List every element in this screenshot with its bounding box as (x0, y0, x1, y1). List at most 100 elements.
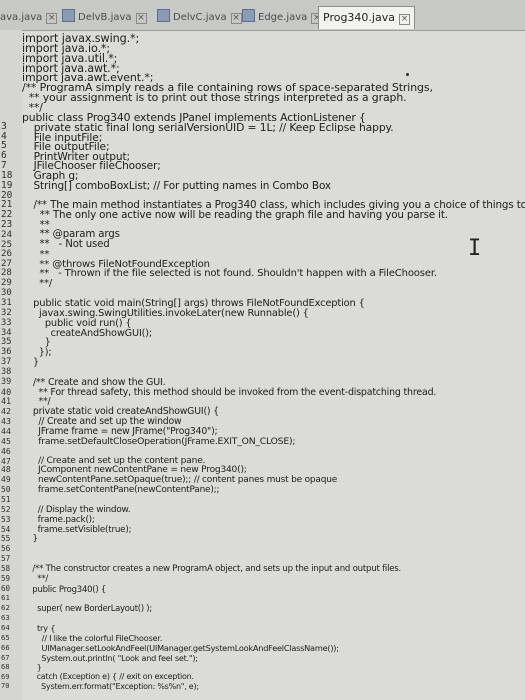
close-icon[interactable]: × (398, 14, 410, 25)
line-number: 28 (1, 268, 12, 279)
java-file-icon (242, 9, 255, 22)
code-text: // Create and set up the content pane. (32, 455, 206, 466)
line-number: 60 (1, 583, 10, 593)
code-line: 66 UIManager.setLookAndFeel(UIManager.ge… (0, 643, 525, 653)
code-text: frame.pack(); (32, 514, 95, 525)
code-line: 37} (0, 357, 525, 368)
code-text: } (32, 534, 38, 545)
code-line: 64 try { (0, 623, 525, 633)
code-line: 58 /** The constructor creates a new Prog… (0, 564, 525, 574)
line-number: 39 (1, 376, 12, 387)
line-number: 34 (1, 327, 12, 338)
line-number: 45 (1, 435, 11, 446)
code-text: try { (32, 623, 56, 633)
code-line: 49 newContentPane.setOpaque(true);; // c… (0, 475, 525, 485)
line-number: 31 (1, 297, 12, 308)
code-line: 34 createAndShowGUI(); (0, 327, 525, 339)
line-number: 26 (1, 248, 12, 259)
code-line: 21/** The main method instantiates a Pro… (0, 199, 525, 211)
code-line: 36 }); (0, 347, 525, 358)
code-line: 48 JComponent newContentPane = new Prog3… (0, 465, 525, 475)
line-number: 64 (1, 623, 10, 632)
line-number: 44 (1, 426, 11, 436)
tab-label: ava.java (0, 12, 43, 23)
code-line: 35 } (0, 337, 525, 348)
code-line: 59 **/ (0, 574, 525, 584)
line-number: 48 (1, 465, 11, 475)
code-line: 43 // Create and set up the window (0, 416, 525, 427)
code-text: System.out.println( "Look and feel set."… (32, 652, 198, 663)
line-number: 38 (1, 366, 12, 377)
code-text: super( new BorderLayout() ); (32, 603, 152, 614)
tab-delvc-java[interactable]: DelvC.java × (157, 9, 242, 27)
line-number: 65 (1, 632, 10, 642)
code-line: 27 ** @throws FileNotFoundException (0, 258, 525, 270)
line-number: 55 (1, 534, 11, 544)
code-line: import java.util.*; (0, 52, 525, 65)
code-line: 18 Graph g; (0, 170, 525, 182)
code-editor[interactable]: import javax.swing.*; import java.io.*; im… (0, 30, 525, 700)
code-text: frame.setVisible(true); (32, 524, 132, 535)
code-text: } (32, 662, 42, 673)
code-line: import java.awt.event.*; (0, 71, 525, 84)
code-text: **/ (32, 573, 49, 584)
line-number: 70 (1, 682, 10, 691)
code-line: 63 (0, 613, 525, 623)
tab-label: DelvC.java (173, 12, 227, 23)
line-number: 50 (1, 485, 11, 495)
line-number: 32 (1, 307, 12, 318)
code-text: catch (Exception e) { // exit on excepti… (32, 672, 194, 682)
code-line: /** ProgramA simply reads a file contain… (0, 81, 525, 94)
java-file-icon (62, 9, 75, 22)
line-number: 47 (1, 455, 11, 466)
close-icon[interactable]: × (230, 13, 242, 24)
line-number: 68 (1, 662, 10, 672)
code-text: /** The constructor creates a new Progra… (32, 563, 402, 574)
code-line: 65 // I like the colorful FileChooser. (0, 633, 525, 643)
line-number: 46 (1, 445, 11, 456)
code-line: 51 (0, 495, 525, 505)
tab-label: Prog340.java (323, 11, 395, 24)
line-number: 37 (1, 357, 12, 368)
text-cursor-icon: I (468, 236, 482, 261)
line-number: 41 (1, 396, 12, 407)
tab-ava-java[interactable]: ava.java × (0, 9, 58, 27)
mouse-pointer-dot (406, 73, 409, 76)
code-line: 42 private static void createAndShowGUI()… (0, 406, 525, 417)
line-number: 29 (1, 278, 12, 289)
line-number: 35 (1, 337, 12, 348)
code-line: 7 JFileChooser fileChooser; (0, 160, 525, 172)
code-line: 5 File outputFile; (0, 140, 525, 153)
line-number: 42 (1, 406, 12, 417)
code-line: 69 catch (Exception e) { // exit on exce… (0, 672, 525, 682)
tab-prog340-java[interactable]: Prog340.java × (318, 6, 415, 29)
code-line: 38 (0, 367, 525, 377)
code-line: 19 String[] comboBoxList; // For putting … (0, 180, 525, 192)
line-number: 53 (1, 514, 11, 524)
code-text: System.err.format("Exception: %s%n", e); (32, 682, 199, 692)
code-line: 70 System.err.format("Exception: %s%n", … (0, 682, 525, 692)
line-number: 63 (1, 613, 10, 623)
close-icon[interactable]: × (46, 13, 58, 24)
code-line: 40 ** For thread safety, this method sho… (0, 386, 525, 398)
close-icon[interactable]: × (135, 13, 147, 24)
tab-delvb-java[interactable]: DelvB.java × (62, 9, 147, 27)
code-line: 4 File inputFile; (0, 131, 525, 144)
line-number: 61 (1, 593, 10, 603)
line-number: 27 (1, 258, 12, 269)
code-text: public Prog340() { (32, 583, 107, 594)
line-number: 51 (1, 494, 11, 504)
code-line: ** your assignment is to print out those… (0, 91, 525, 104)
code-line: 39/** Create and show the GUI. (0, 376, 525, 388)
code-line: 31 public static void main(String[] args)… (0, 297, 525, 309)
java-file-icon (157, 9, 170, 22)
code-line: import java.awt.*; (0, 62, 525, 75)
tab-edge-java[interactable]: Edge.java × (242, 9, 323, 27)
line-number: 40 (1, 386, 12, 397)
code-line: 56 (0, 544, 525, 554)
code-line: 67 System.out.println( "Look and feel se… (0, 653, 525, 663)
code-line: 23 ** (0, 219, 525, 231)
code-line: 45 frame.setDefaultCloseOperation(JFrame… (0, 435, 525, 447)
editor-tab-bar: ava.java × DelvB.java × DelvC.java × Edge.j… (0, 0, 525, 31)
line-number: 57 (1, 554, 11, 564)
